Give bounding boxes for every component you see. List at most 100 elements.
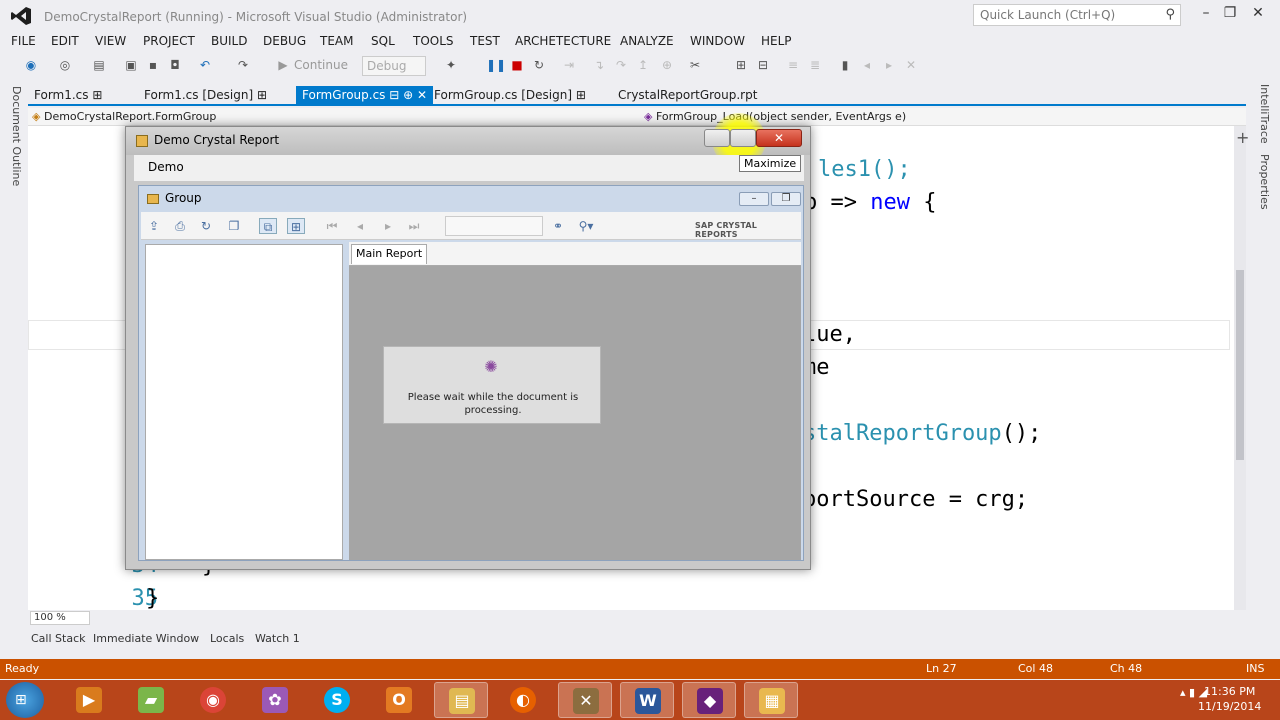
last-page-icon[interactable]: ⏭ <box>405 218 423 234</box>
menu-analyze[interactable]: ANALYZE <box>620 34 674 48</box>
taskbar-messenger[interactable]: ✿ <box>248 682 302 718</box>
restore-button[interactable]: ❐ <box>1220 5 1240 21</box>
taskbar-firefox[interactable]: ◐ <box>496 682 550 718</box>
taskbar-demo-app[interactable]: ▦ <box>744 682 798 718</box>
attach-icon[interactable]: ✦ <box>444 58 458 72</box>
tab-form1-cs[interactable]: Form1.cs ⊞ <box>28 86 108 106</box>
intellitrace-tab[interactable]: IntelliTrace <box>1258 84 1271 144</box>
taskbar-explorer[interactable]: ▰ <box>124 682 178 718</box>
menu-team[interactable]: TEAM <box>320 34 353 48</box>
report-view-area[interactable]: ✺ Please wait while the document is proc… <box>349 266 801 560</box>
properties-tab[interactable]: Properties <box>1258 154 1271 210</box>
minimize-button[interactable]: – <box>1196 5 1216 21</box>
comment-icon[interactable]: ≡ <box>786 58 800 72</box>
menu-architecture[interactable]: ARCHETECTURE <box>515 34 611 48</box>
demo-crystal-report-window[interactable]: Demo Crystal Report ✕ Demo Maximize Grou… <box>125 113 811 570</box>
next-page-icon[interactable]: ▸ <box>379 218 397 234</box>
tab-formgroup-cs[interactable]: FormGroup.cs ⊟ ⊕ ✕ <box>296 86 434 106</box>
menu-window[interactable]: WINDOW <box>690 34 745 48</box>
tab-locals[interactable]: Locals <box>210 632 244 645</box>
show-next-statement-icon[interactable]: ⇥ <box>562 58 576 72</box>
taskbar-visual-studio[interactable]: ◆ <box>682 682 736 718</box>
group-minimize-button[interactable]: – <box>739 192 769 206</box>
restart-icon[interactable]: ↻ <box>532 58 546 72</box>
copy-icon[interactable]: ❐ <box>225 218 243 234</box>
pin-icon[interactable]: ⊞ <box>576 88 586 102</box>
quick-launch-input[interactable]: Quick Launch (Ctrl+Q) ⚲ <box>973 4 1181 26</box>
demo-minimize-button[interactable] <box>704 129 730 147</box>
tab-formgroup-design[interactable]: FormGroup.cs [Design] ⊞ <box>428 86 592 106</box>
find-text-icon[interactable]: ⚭ <box>549 218 567 234</box>
zoom-level-select[interactable]: 100 % <box>30 611 90 625</box>
save-icon[interactable]: ▪ <box>146 58 160 72</box>
taskbar-skype[interactable]: S <box>310 682 364 718</box>
save-all-icon[interactable]: ◘ <box>168 58 182 72</box>
toggle-parameter-panel-icon[interactable]: ⧉ <box>259 218 277 234</box>
menu-edit[interactable]: EDIT <box>51 34 79 48</box>
menu-file[interactable]: FILE <box>11 34 36 48</box>
back-icon[interactable]: ◉ <box>24 58 38 72</box>
clear-bookmarks-icon[interactable]: ✕ <box>904 58 918 72</box>
menu-debug[interactable]: DEBUG <box>263 34 306 48</box>
bookmark-icon[interactable]: ▮ <box>838 58 852 72</box>
group-mdi-window[interactable]: Group – ❐ ⇪ ⎙ ↻ ❐ ⧉ ⊞ ⏮ ◂ ▸ ⏭ ⚭ ⚲▾ SAP C… <box>138 185 804 561</box>
menu-build[interactable]: BUILD <box>211 34 247 48</box>
pin-icon[interactable]: ⊞ <box>92 88 102 102</box>
system-clock[interactable]: 11:36 PM 11/19/2014 <box>1198 684 1261 714</box>
toggle-group-tree-icon[interactable]: ⊞ <box>287 218 305 234</box>
pause-icon[interactable]: ❚❚ <box>486 58 506 72</box>
continue-button[interactable]: Continue <box>294 58 348 72</box>
new-project-icon[interactable]: ▤ <box>92 58 106 72</box>
search-icon[interactable]: ⚲ <box>1165 7 1175 22</box>
uncomment-icon[interactable]: ≣ <box>808 58 822 72</box>
demo-window-titlebar[interactable]: Demo Crystal Report ✕ <box>126 113 810 167</box>
previous-page-icon[interactable]: ◂ <box>351 218 369 234</box>
export-icon[interactable]: ⇪ <box>145 218 163 234</box>
menu-demo[interactable]: Demo <box>148 160 184 174</box>
tab-call-stack[interactable]: Call Stack <box>31 632 85 645</box>
redo-icon[interactable]: ↷ <box>236 58 250 72</box>
step-out-icon[interactable]: ↥ <box>636 58 650 72</box>
taskbar-chrome[interactable]: ◉ <box>186 682 240 718</box>
menu-project[interactable]: PROJECT <box>143 34 195 48</box>
refresh-icon[interactable]: ↻ <box>197 218 215 234</box>
menu-view[interactable]: VIEW <box>95 34 126 48</box>
undo-icon[interactable]: ↶ <box>198 58 212 72</box>
group-restore-button[interactable]: ❐ <box>771 192 801 206</box>
taskbar-outlook[interactable]: O <box>372 682 426 718</box>
print-icon[interactable]: ⎙ <box>171 218 189 234</box>
prev-bookmark-icon[interactable]: ◂ <box>860 58 874 72</box>
document-outline-tab[interactable]: Document Outline <box>10 86 23 186</box>
member-dropdown[interactable]: ◈ FormGroup_Load(object sender, EventArg… <box>644 110 906 123</box>
close-button[interactable]: ✕ <box>1248 5 1268 21</box>
scrollbar-thumb[interactable] <box>1236 270 1244 460</box>
menu-help[interactable]: HELP <box>761 34 792 48</box>
tab-main-report[interactable]: Main Report <box>351 244 428 264</box>
type-dropdown[interactable]: ◈ DemoCrystalReport.FormGroup <box>32 110 640 123</box>
forward-icon[interactable]: ◎ <box>58 58 72 72</box>
menu-test[interactable]: TEST <box>470 34 500 48</box>
first-page-icon[interactable]: ⏮ <box>323 218 341 234</box>
taskbar-media-player[interactable]: ▶ <box>62 682 116 718</box>
taskbar-tools[interactable]: ✕ <box>558 682 612 718</box>
demo-close-button[interactable]: ✕ <box>756 129 802 147</box>
next-bookmark-icon[interactable]: ▸ <box>882 58 896 72</box>
taskbar-file-explorer[interactable]: ▤ <box>434 682 488 718</box>
demo-maximize-button[interactable] <box>730 129 756 147</box>
breakpoints-icon[interactable]: ✂ <box>688 58 702 72</box>
open-file-icon[interactable]: ▣ <box>124 58 138 72</box>
pin-icon[interactable]: ⊞ <box>257 88 267 102</box>
tab-watch-1[interactable]: Watch 1 <box>255 632 300 645</box>
menu-tools[interactable]: TOOLS <box>413 34 454 48</box>
menu-sql[interactable]: SQL <box>371 34 395 48</box>
step-over-icon[interactable]: ↷ <box>614 58 628 72</box>
tab-immediate-window[interactable]: Immediate Window <box>93 632 199 645</box>
stop-icon[interactable]: ■ <box>510 58 524 72</box>
tab-form1-design[interactable]: Form1.cs [Design] ⊞ <box>138 86 273 106</box>
editor-vertical-scrollbar[interactable] <box>1234 126 1246 610</box>
continue-icon[interactable]: ▶ <box>276 58 290 72</box>
configuration-select[interactable]: Debug <box>362 56 426 76</box>
page-goto-input[interactable] <box>445 216 543 236</box>
close-tab-icon[interactable]: ⊟ ⊕ ✕ <box>389 88 427 102</box>
step-into-icon[interactable]: ↴ <box>592 58 606 72</box>
